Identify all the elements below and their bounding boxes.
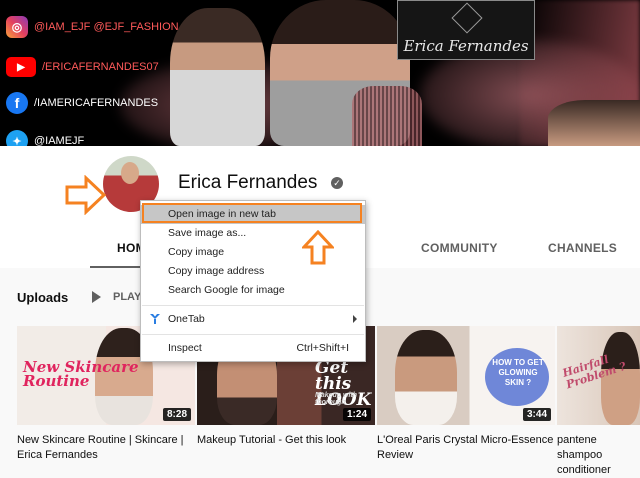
thumbnail-overlay-text: HOW TO GET GLOWING SKIN ?: [492, 358, 544, 387]
social-instagram: ◎ @IAM_EJF @EJF_FASHION: [6, 16, 179, 38]
video-card[interactable]: HOW TO GET GLOWING SKIN ? 3:44 L'Oreal P…: [377, 326, 555, 463]
channel-name: Erica Fernandes: [178, 172, 318, 193]
menu-item-search-google-image[interactable]: Search Google for image: [141, 281, 365, 300]
social-instagram-text: @IAM_EJF @EJF_FASHION: [34, 21, 179, 33]
tab-channels[interactable]: CHANNELS: [548, 241, 617, 255]
thumbnail-overlay-text: New Skincare Routine: [23, 358, 139, 390]
avatar-face: [121, 162, 139, 184]
logo-mark-icon: [451, 2, 483, 34]
social-youtube: ▶ /ERICAFERNANDES07: [6, 57, 159, 77]
menu-item-onetab[interactable]: OneTab: [141, 310, 365, 329]
instagram-icon: ◎: [6, 16, 28, 38]
video-thumbnail[interactable]: Hairfall Problem ?: [557, 326, 640, 425]
thumbnail-person: [395, 330, 457, 425]
video-duration: 8:28: [162, 408, 191, 421]
twitter-icon: ✦: [6, 130, 28, 146]
menu-item-label: OneTab: [168, 313, 205, 325]
menu-item-label: Search Google for image: [168, 284, 285, 296]
social-twitter: ✦ @IAMEJF: [6, 130, 84, 146]
video-duration: 3:44: [522, 408, 551, 421]
video-card[interactable]: Hairfall Problem ? pantene shampoo condi…: [557, 326, 640, 478]
video-thumbnail[interactable]: HOW TO GET GLOWING SKIN ? 3:44: [377, 326, 555, 425]
youtube-icon: ▶: [6, 57, 36, 77]
menu-item-shortcut: Ctrl+Shift+I: [296, 342, 349, 354]
annotation-arrow-up-icon: [302, 230, 334, 265]
annotation-highlight-box: [142, 203, 362, 223]
video-title[interactable]: New Skincare Routine | Skincare | Erica …: [17, 433, 195, 463]
context-menu: Open image in new tab Save image as... C…: [140, 200, 366, 362]
menu-separator: [142, 305, 364, 306]
play-all-icon[interactable]: [92, 291, 101, 303]
social-twitter-text: @IAMEJF: [34, 135, 85, 146]
video-title[interactable]: pantene shampoo conditioner: [557, 433, 640, 478]
menu-item-label: Copy image: [168, 246, 225, 258]
social-youtube-text: /ERICAFERNANDES07: [42, 61, 159, 73]
banner-photo-woman: [170, 8, 265, 146]
banner-brush: [352, 86, 422, 146]
annotation-arrow-right-icon: [65, 175, 107, 215]
uploads-heading[interactable]: Uploads: [17, 290, 68, 305]
facebook-icon: f: [6, 92, 28, 114]
submenu-arrow-icon: [353, 315, 357, 323]
banner-logo: Erica Fernandes: [397, 0, 535, 60]
video-title[interactable]: L'Oreal Paris Crystal Micro-Essence Revi…: [377, 433, 555, 463]
banner-logo-text: Erica Fernandes: [403, 37, 529, 55]
onetab-icon: [150, 314, 160, 324]
channel-banner: Erica Fernandes ◎ @IAM_EJF @EJF_FASHION …: [0, 0, 640, 146]
thumbnail-overlay-subtext: Makeup with thorough: [315, 392, 358, 406]
video-title[interactable]: Makeup Tutorial - Get this look: [197, 433, 375, 448]
social-facebook: f /IAMERICAFERNANDES: [6, 92, 158, 114]
tab-community[interactable]: COMMUNITY: [421, 241, 498, 255]
menu-separator: [142, 334, 364, 335]
verified-badge-icon: ✓: [331, 177, 343, 189]
banner-photo-woman: [548, 100, 640, 146]
video-duration: 1:24: [342, 408, 371, 421]
menu-item-label: Copy image address: [168, 265, 265, 277]
menu-item-inspect[interactable]: Inspect Ctrl+Shift+I: [141, 339, 365, 358]
social-facebook-text: /IAMERICAFERNANDES: [34, 97, 159, 109]
menu-item-label: Inspect: [168, 342, 202, 354]
menu-item-label: Save image as...: [168, 227, 247, 239]
